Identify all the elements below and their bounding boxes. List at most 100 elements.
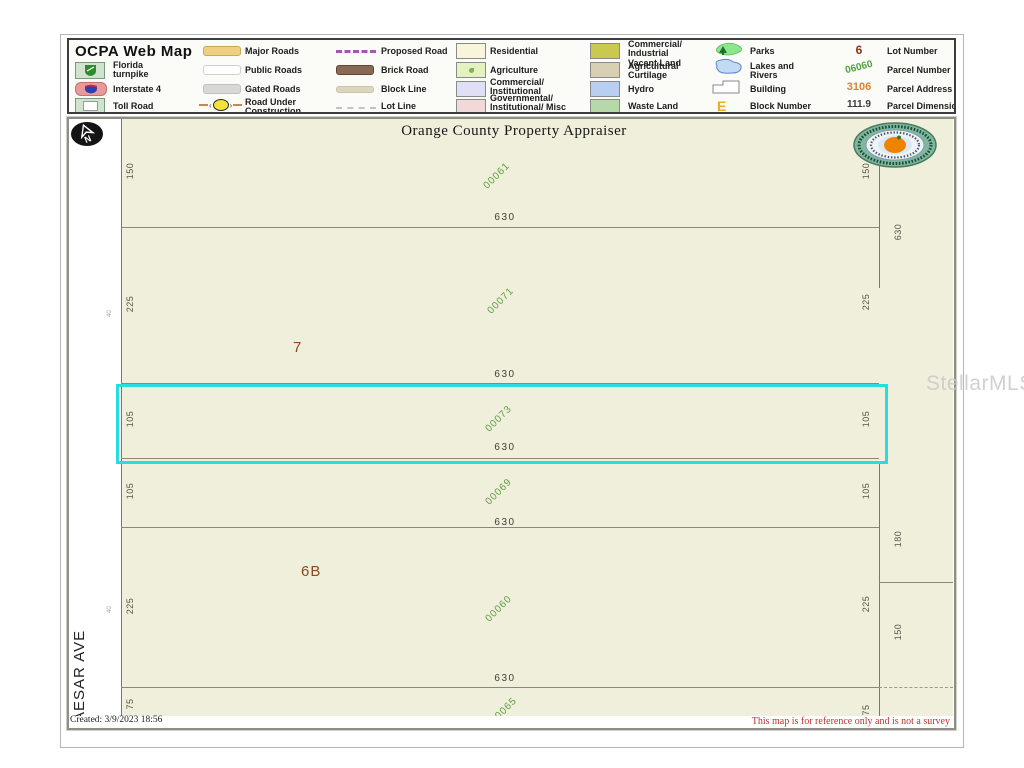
legend-label: Agricultural Curtilage: [628, 62, 700, 81]
legend-label: Hydro: [628, 85, 700, 94]
legend-label: Florida turnpike: [113, 61, 177, 80]
dimension-label: 150: [125, 159, 135, 183]
legend-label: Parcel Address: [887, 85, 956, 94]
parcel-line: [121, 227, 879, 228]
legend-item-governmental: [456, 98, 486, 114]
legend-panel: OCPA Web Map Florida turnpike Interstate…: [67, 38, 956, 114]
hydro-swatch: [590, 81, 620, 97]
legend-label: Proposed Road: [381, 47, 461, 56]
legend-item-brick-road: [336, 61, 374, 79]
residential-swatch: [456, 43, 486, 59]
legend-label: Brick Road: [381, 66, 457, 75]
map-page: OCPA Web Map Florida turnpike Interstate…: [60, 34, 964, 748]
road-width-label: 40: [107, 301, 113, 317]
legend-label: Parcel Dimensions: [887, 102, 956, 111]
legend-label: Governmental/ Institutional/ Misc: [490, 94, 568, 113]
legend-label: Toll Road: [113, 102, 177, 111]
legend-label: Residential: [490, 47, 568, 56]
legend-item-proposed-road: [336, 42, 376, 60]
parcel-line: [879, 462, 880, 718]
agricultural-curtilage-swatch: [590, 62, 620, 78]
lakes-and-rivers-icon: [711, 58, 745, 80]
legend-label: Parks: [750, 47, 816, 56]
map-title: Orange County Property Appraiser: [329, 123, 699, 140]
dimension-label: 105: [861, 407, 871, 431]
lot-line-swatch: [336, 107, 376, 109]
block-number-label: 6B: [301, 563, 321, 580]
dimension-label: 630: [487, 212, 523, 223]
proposed-road-swatch: [336, 50, 376, 53]
dimension-label: 180: [893, 527, 903, 551]
legend-item-commercial-institutional: [456, 80, 486, 98]
legend-item-hydro: [590, 80, 620, 98]
legend-item-interstate-4: [75, 80, 107, 98]
parcel-line: [121, 687, 879, 688]
dimension-label: 105: [125, 407, 135, 431]
public-roads-swatch: [203, 65, 241, 75]
legend-item-public-roads: [203, 61, 241, 79]
dimension-label: 225: [861, 290, 871, 314]
created-timestamp: Created: 3/9/2023 18:56: [70, 715, 162, 725]
north-arrow-icon: N: [70, 121, 104, 152]
dimension-label: 150: [893, 620, 903, 644]
parcel-line: [879, 166, 880, 288]
legend-item-agricultural-curtilage: [590, 61, 620, 79]
legend-item-toll-road: [75, 97, 105, 114]
dimension-label: 225: [861, 592, 871, 616]
legend-item-block-number: E: [717, 97, 726, 114]
legend-label: Lakes and Rivers: [750, 62, 816, 81]
legend-label: Interstate 4: [113, 85, 177, 94]
brick-road-swatch: [336, 65, 374, 75]
legend-label: Lot Number: [887, 47, 956, 56]
dimension-label: 630: [487, 673, 523, 684]
commercial-industrial-vacant-swatch: [590, 43, 620, 59]
dimension-label: 630: [487, 517, 523, 528]
legend-item-florida-turnpike: [75, 61, 105, 79]
parcel-number-sample: 06060: [836, 57, 881, 78]
app-title: OCPA Web Map: [75, 43, 192, 60]
legend-label: Agriculture: [490, 66, 568, 75]
interstate-4-icon: [75, 82, 107, 96]
parcel-dashed-line: [879, 687, 953, 688]
block-number-label: 7: [293, 339, 302, 356]
legend-label: Road Under Construction: [245, 98, 325, 114]
dimension-label: 630: [487, 442, 523, 453]
legend-label: Block Number: [750, 102, 816, 111]
legend-label: Waste Land: [628, 102, 700, 111]
legend-label: Major Roads: [245, 47, 325, 56]
legend-item-major-roads: [203, 42, 241, 60]
legend-label: Building: [750, 85, 816, 94]
parcel-address-sample: 3106: [837, 81, 881, 93]
watermark: StellarMLS: [926, 372, 1024, 396]
toll-road-icon: [75, 98, 105, 114]
parcel-dimensions-sample: 111.9: [837, 99, 881, 110]
gated-roads-swatch: [203, 84, 241, 94]
road-width-label: 40: [107, 597, 113, 613]
major-roads-swatch: [203, 46, 241, 56]
dimension-label: 105: [125, 479, 135, 503]
dimension-label: 75: [125, 692, 135, 716]
map-canvas: 150 225 105 105 225 75 150 225 105 105 2…: [67, 117, 956, 730]
governmental-swatch: [456, 99, 486, 114]
county-seal: [853, 122, 937, 173]
block-number-symbol: E: [717, 98, 726, 114]
legend-label: Parcel Number: [887, 66, 956, 75]
dimension-label: 630: [893, 220, 903, 244]
legend-item-lakes-rivers: [711, 60, 745, 78]
waste-land-swatch: [590, 99, 620, 114]
legend-item-block-line: [336, 80, 374, 98]
legend-item-lot-line: [336, 99, 376, 114]
dimension-label: 105: [861, 479, 871, 503]
legend-label: Lot Line: [381, 102, 457, 111]
commercial-institutional-swatch: [456, 81, 486, 97]
disclaimer-text: This map is for reference only and is no…: [752, 716, 950, 727]
street-label: AESAR AVE: [71, 597, 88, 722]
lot-number-sample: 6: [837, 43, 881, 57]
legend-item-agriculture: [456, 61, 486, 79]
dimension-label: 630: [487, 369, 523, 380]
agriculture-swatch: [456, 62, 486, 78]
florida-turnpike-icon: [75, 62, 105, 79]
legend-label: Gated Roads: [245, 85, 325, 94]
legend-item-commercial-industrial-vacant: [590, 42, 620, 60]
block-line-swatch: [336, 86, 374, 93]
